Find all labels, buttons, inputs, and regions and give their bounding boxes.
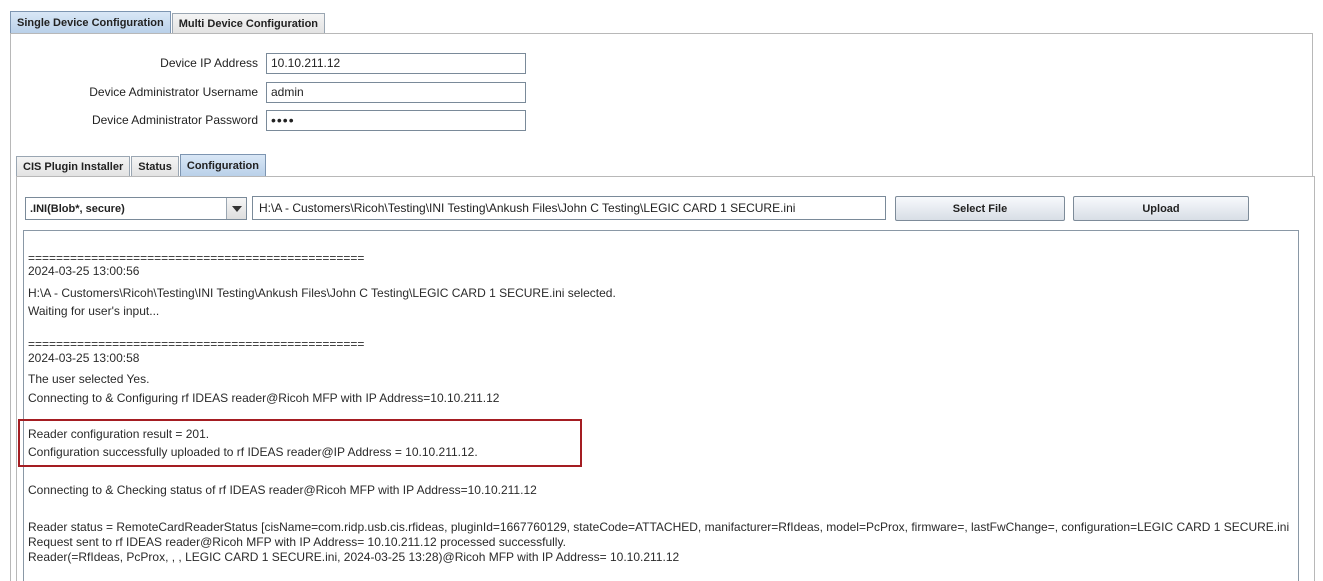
top-tab-bar: Single Device Configuration Multi Device… — [10, 11, 326, 34]
device-ip-input[interactable] — [266, 52, 526, 74]
upload-button[interactable]: Upload — [1073, 196, 1249, 221]
file-type-dropdown[interactable]: .INI(Blob*, secure) — [25, 197, 247, 220]
select-file-button[interactable]: Select File — [895, 196, 1065, 221]
chevron-down-icon[interactable] — [226, 198, 246, 219]
file-type-selected-value: .INI(Blob*, secure) — [30, 202, 125, 215]
log-line: ========================================… — [28, 251, 365, 265]
log-line: 2024-03-25 13:00:56 — [28, 264, 140, 278]
tab-multi-device-configuration[interactable]: Multi Device Configuration — [171, 13, 326, 34]
device-ip-row: Device IP Address — [0, 52, 560, 74]
device-ip-label: Device IP Address — [160, 56, 258, 70]
log-line: H:\A - Customers\Ricoh\Testing\INI Testi… — [28, 286, 616, 300]
log-line: Reader(=RfIdeas, PcProx, , , LEGIC CARD … — [28, 550, 680, 564]
log-line: Configuration successfully uploaded to r… — [28, 445, 478, 459]
admin-password-input[interactable] — [266, 109, 526, 131]
file-path-field[interactable]: H:\A - Customers\Ricoh\Testing\INI Testi… — [252, 196, 886, 220]
tab-status[interactable]: Status — [131, 156, 179, 177]
tab-single-device-configuration[interactable]: Single Device Configuration — [10, 11, 171, 34]
log-line: Connecting to & Checking status of rf ID… — [28, 483, 537, 497]
inner-tab-bar: CIS Plugin Installer Status Configuratio… — [16, 153, 267, 177]
admin-username-row: Device Administrator Username — [0, 81, 560, 103]
log-line: Waiting for user's input... — [28, 304, 160, 318]
log-line: Connecting to & Configuring rf IDEAS rea… — [28, 391, 500, 405]
admin-username-label: Device Administrator Username — [89, 85, 258, 99]
log-line: Reader configuration result = 201. — [28, 427, 210, 441]
log-line: Reader status = RemoteCardReaderStatus [… — [28, 520, 1290, 534]
log-line: The user selected Yes. — [28, 372, 150, 386]
log-output-area[interactable]: ========================================… — [23, 230, 1299, 581]
log-line: 2024-03-25 13:00:58 — [28, 351, 140, 365]
log-line: ========================================… — [28, 337, 365, 351]
admin-password-row: Device Administrator Password — [0, 109, 560, 131]
tab-configuration[interactable]: Configuration — [179, 154, 266, 177]
app-window: Single Device Configuration Multi Device… — [0, 0, 1323, 581]
admin-username-input[interactable] — [266, 81, 526, 103]
tab-cis-plugin-installer[interactable]: CIS Plugin Installer — [16, 156, 131, 177]
admin-password-label: Device Administrator Password — [91, 113, 258, 127]
log-line: Request sent to rf IDEAS reader@Ricoh MF… — [28, 535, 566, 549]
